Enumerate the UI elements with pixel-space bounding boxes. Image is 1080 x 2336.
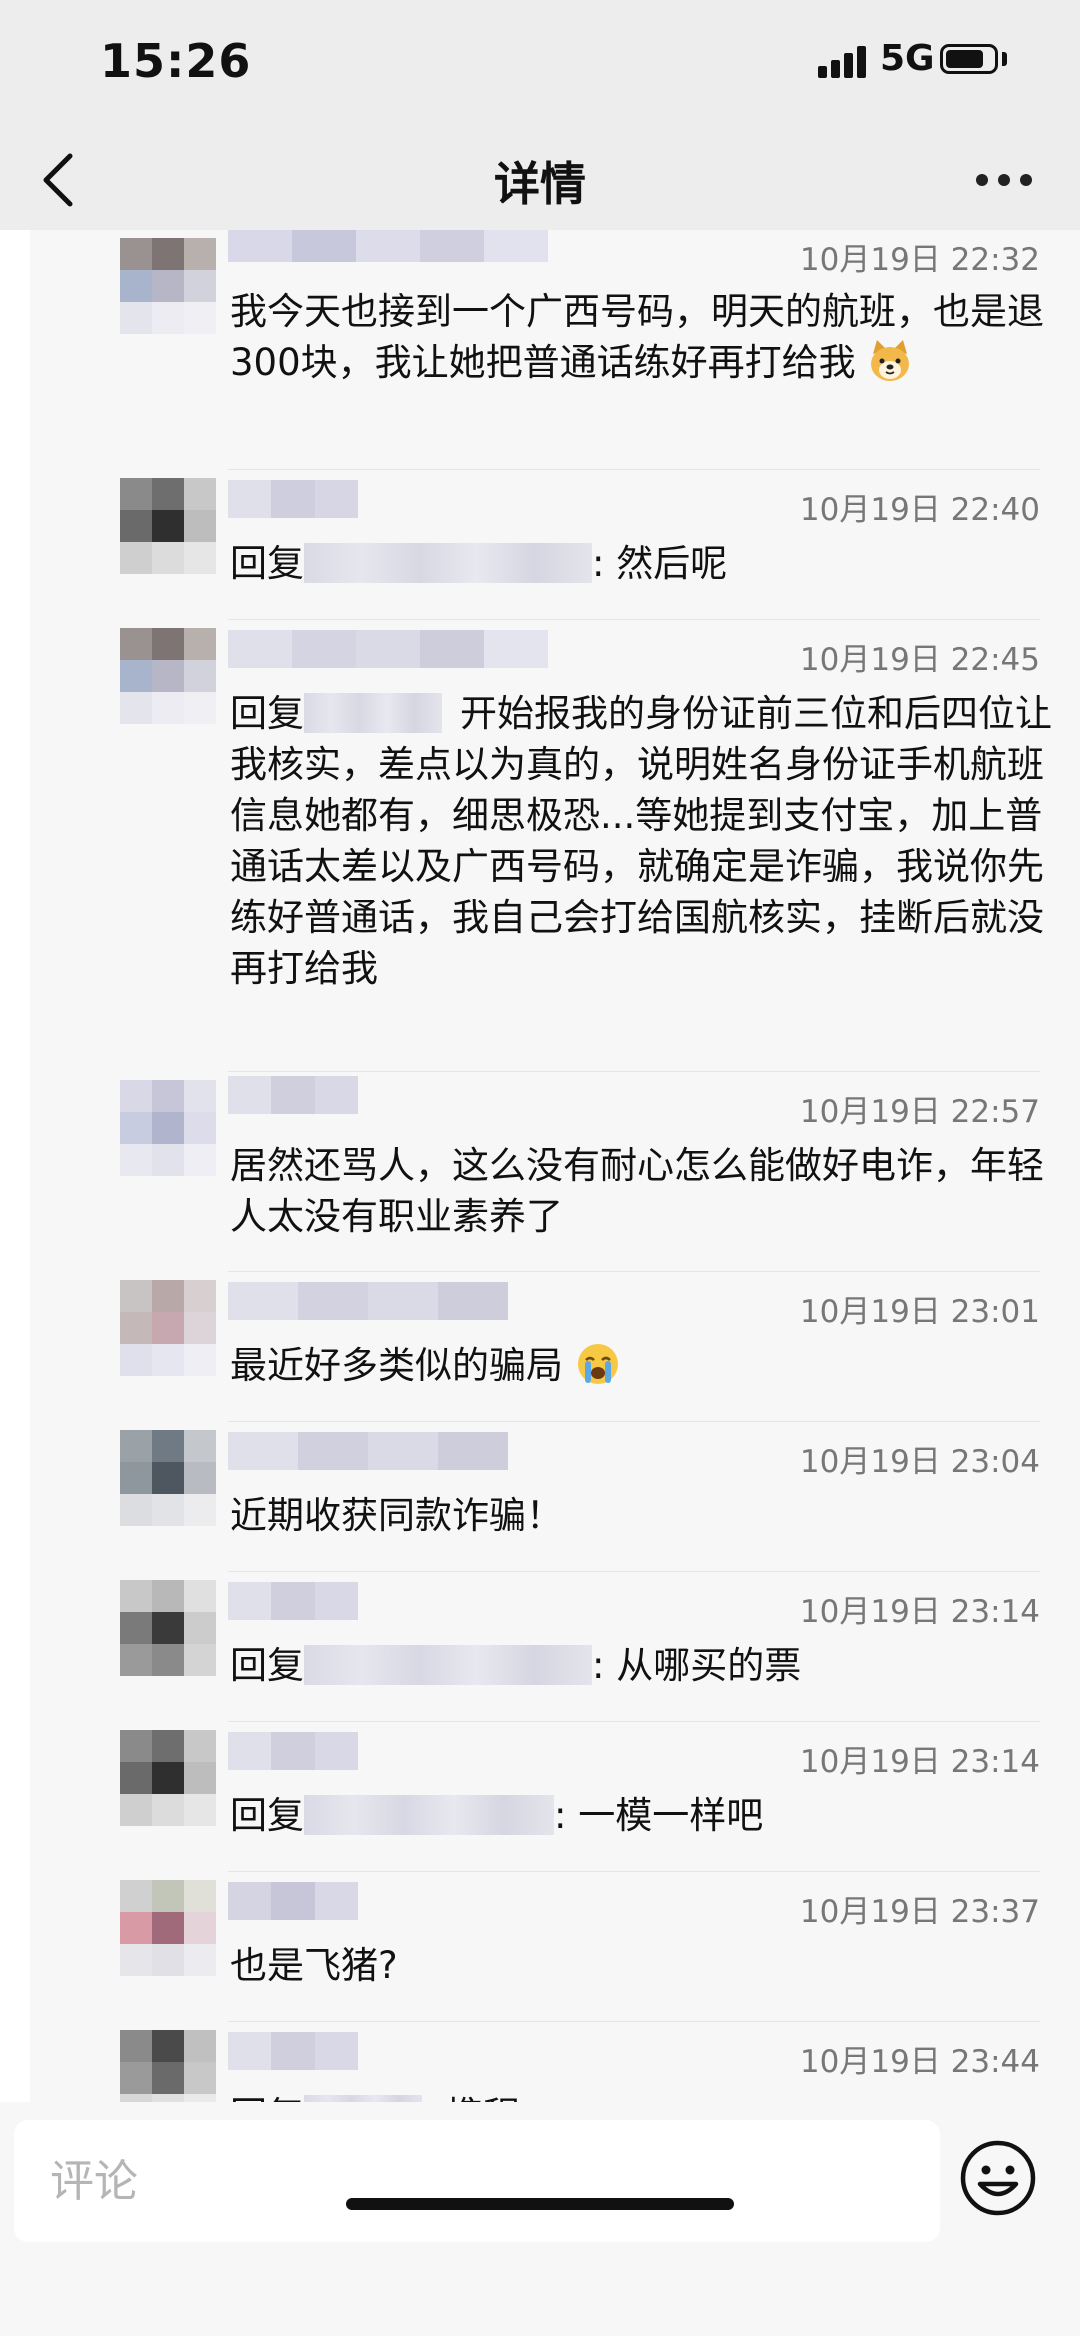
mention-blurred[interactable]	[304, 1795, 554, 1835]
avatar[interactable]	[120, 1430, 216, 1526]
comment-timestamp: 10月19日 22:40	[799, 492, 1040, 528]
reply-prefix: 回复	[230, 2094, 304, 2102]
comment-text: 也是飞猪?	[230, 1944, 398, 1987]
comment-item[interactable]: 10月19日 22:40 回复: 然后呢	[30, 470, 1080, 620]
comment-item[interactable]: 10月19日 23:04 近期收获同款诈骗！	[30, 1422, 1080, 1572]
avatar[interactable]	[120, 238, 216, 334]
reply-prefix: 回复	[230, 542, 304, 585]
comment-timestamp: 10月19日 23:44	[799, 2044, 1040, 2080]
avatar[interactable]	[120, 1880, 216, 1976]
username-blurred[interactable]	[228, 1882, 358, 1920]
comment-timestamp: 10月19日 23:01	[799, 1294, 1040, 1330]
page-title: 详情	[494, 157, 586, 211]
comment-text: 回复 开始报我的身份证前三位和后四位让我核实，差点以为真的，说明姓名身份证手机航班…	[230, 692, 1052, 990]
comment-timestamp: 10月19日 23:04	[799, 1444, 1040, 1480]
comment-timestamp: 10月19日 23:14	[799, 1594, 1040, 1630]
comment-text: 居然还骂人，这么没有耐心怎么能做好电诈，年轻人太没有职业素养了	[230, 1144, 1044, 1238]
username-blurred[interactable]	[228, 1282, 508, 1320]
username-blurred[interactable]	[228, 1432, 508, 1470]
comment-list[interactable]: 10月19日 22:32 我今天也接到一个广西号码，明天的航班，也是退300块，…	[30, 230, 1080, 2102]
comment-text: 最近好多类似的骗局	[230, 1340, 1060, 1391]
reply-prefix: 回复	[230, 692, 304, 735]
mention-blurred[interactable]	[304, 693, 442, 733]
comment-item[interactable]: 10月19日 23:37 也是飞猪?	[30, 1872, 1080, 2022]
avatar[interactable]	[120, 628, 216, 724]
mention-blurred[interactable]	[304, 1645, 592, 1685]
comment-input-bar	[0, 2102, 1080, 2336]
dog-face-emoji	[871, 340, 910, 381]
comment-timestamp: 10月19日 23:37	[799, 1894, 1040, 1930]
mention-blurred[interactable]	[304, 543, 592, 583]
comment-item[interactable]: 10月19日 23:14 回复: 从哪买的票	[30, 1572, 1080, 1722]
reply-prefix: 回复	[230, 1794, 304, 1837]
comment-input[interactable]	[14, 2120, 940, 2242]
navigation-bar: 详情	[0, 130, 1080, 230]
comment-text: 回复: 携程	[230, 2090, 1060, 2102]
avatar[interactable]	[120, 478, 216, 574]
comment-text: 回复: 从哪买的票	[230, 1644, 802, 1687]
reply-prefix: 回复	[230, 1644, 304, 1687]
username-blurred[interactable]	[228, 1732, 358, 1770]
avatar[interactable]	[120, 1730, 216, 1826]
comment-item[interactable]: 10月19日 23:14 回复: 一模一样吧	[30, 1722, 1080, 1872]
comment-item[interactable]: 10月19日 23:44 回复: 携程	[30, 2022, 1080, 2102]
status-bar: 15:26 5G	[0, 0, 1080, 130]
comment-text: 我今天也接到一个广西号码，明天的航班，也是退300块，我让她把普通话练好再打给我	[230, 290, 1044, 384]
comment-text: 回复: 然后呢	[230, 542, 728, 585]
more-horizontal-icon[interactable]	[976, 174, 1032, 188]
home-indicator	[346, 2198, 734, 2210]
status-time: 15:26	[100, 34, 252, 88]
comment-item[interactable]: 10月19日 22:57 居然还骂人，这么没有耐心怎么能做好电诈，年轻人太没有职…	[30, 1072, 1080, 1272]
comment-timestamp: 10月19日 22:57	[799, 1094, 1040, 1130]
username-blurred[interactable]	[228, 480, 358, 518]
comment-item[interactable]: 10月19日 22:32 我今天也接到一个广西号码，明天的航班，也是退300块，…	[30, 230, 1080, 470]
avatar[interactable]	[120, 1080, 216, 1176]
username-blurred[interactable]	[228, 630, 548, 668]
comment-timestamp: 10月19日 22:45	[799, 642, 1040, 678]
crying-face-emoji	[577, 1344, 618, 1384]
comment-timestamp: 10月19日 23:14	[799, 1744, 1040, 1780]
username-blurred[interactable]	[228, 1076, 358, 1114]
avatar[interactable]	[120, 2030, 216, 2102]
cellular-signal-icon	[818, 44, 870, 78]
smiley-face-icon[interactable]	[958, 2138, 1038, 2218]
battery-level	[946, 50, 983, 68]
comment-item[interactable]: 10月19日 22:45 回复 开始报我的身份证前三位和后四位让我核实，差点以为真…	[30, 620, 1080, 1072]
comment-timestamp: 10月19日 22:32	[799, 242, 1040, 278]
comment-text: 近期收获同款诈骗！	[230, 1494, 563, 1537]
battery-icon	[940, 44, 998, 74]
username-blurred[interactable]	[228, 1582, 358, 1620]
avatar[interactable]	[120, 1580, 216, 1676]
avatar[interactable]	[120, 1280, 216, 1376]
battery-tip	[1002, 52, 1007, 66]
comment-item[interactable]: 10月19日 23:01 最近好多类似的骗局	[30, 1272, 1080, 1422]
username-blurred[interactable]	[228, 2032, 358, 2070]
username-blurred[interactable]	[228, 230, 548, 262]
network-type: 5G	[880, 38, 935, 79]
mention-blurred[interactable]	[304, 2095, 422, 2102]
comment-text: 回复: 一模一样吧	[230, 1794, 764, 1837]
